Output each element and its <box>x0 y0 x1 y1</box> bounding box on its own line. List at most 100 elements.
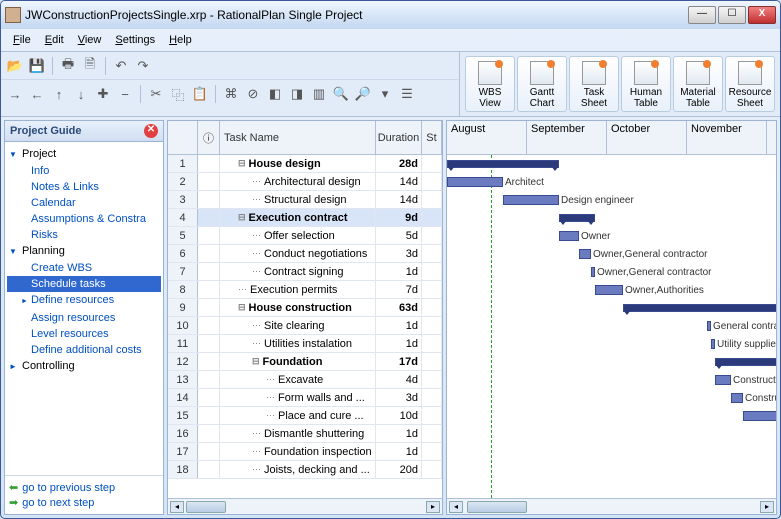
menu-file[interactable]: File <box>7 32 37 48</box>
task-name-cell[interactable]: ⋯Architectural design <box>220 173 376 190</box>
task-name-cell[interactable]: ⊟Foundation <box>220 353 376 370</box>
task-name-cell[interactable]: ⋯Form walls and ... <box>220 389 376 406</box>
task-name-cell[interactable]: ⋯Site clearing <box>220 317 376 334</box>
duration-cell[interactable]: 1d <box>376 425 422 442</box>
prev-step-link[interactable]: ⬅go to previous step <box>9 480 159 495</box>
arrow-right-icon[interactable]: → <box>5 84 25 104</box>
row-number[interactable]: 12 <box>168 353 198 370</box>
gantt-task-bar[interactable]: General contractor,dump <box>707 321 711 331</box>
duration-cell[interactable]: 1d <box>376 335 422 352</box>
st-cell[interactable] <box>422 425 442 442</box>
st-cell[interactable] <box>422 173 442 190</box>
col-st[interactable]: St <box>422 121 442 154</box>
task-sheet-button[interactable]: TaskSheet <box>569 56 619 112</box>
st-cell[interactable] <box>422 389 442 406</box>
st-cell[interactable] <box>422 191 442 208</box>
st-cell[interactable] <box>422 227 442 244</box>
row-number[interactable]: 2 <box>168 173 198 190</box>
tree-planning[interactable]: Planning <box>7 243 161 260</box>
table-row[interactable]: 17⋯Foundation inspection1d <box>168 443 442 461</box>
tree-calendar[interactable]: Calendar <box>7 195 161 211</box>
gantt-summary-bar[interactable] <box>447 160 559 168</box>
row-info[interactable] <box>198 245 220 262</box>
duration-cell[interactable]: 1d <box>376 443 422 460</box>
task-name-cell[interactable]: ⋯Offer selection <box>220 227 376 244</box>
next-step-link[interactable]: ➡go to next step <box>9 495 159 510</box>
close-button[interactable]: X <box>748 6 776 24</box>
table-row[interactable]: 15⋯Place and cure ...10d <box>168 407 442 425</box>
row-info[interactable] <box>198 299 220 316</box>
row-number[interactable]: 16 <box>168 425 198 442</box>
tree-assumptions[interactable]: Assumptions & Constra <box>7 211 161 227</box>
resource-sheet-button[interactable]: ResourceSheet <box>725 56 775 112</box>
cut-icon[interactable]: ✂ <box>146 84 166 104</box>
task-name-cell[interactable]: ⋯Place and cure ... <box>220 407 376 424</box>
task-name-cell[interactable]: ⋯Excavate <box>220 371 376 388</box>
gantt-summary-bar[interactable] <box>715 358 776 366</box>
tree-controlling[interactable]: Controlling <box>7 358 161 375</box>
col-duration[interactable]: Duration <box>376 121 422 154</box>
gantt-task-bar[interactable]: Owner,General contractor <box>579 249 591 259</box>
unlink-icon[interactable]: ⊘ <box>243 84 263 104</box>
row-number[interactable]: 5 <box>168 227 198 244</box>
table-row[interactable]: 18⋯Joists, decking and ...20d <box>168 461 442 479</box>
row-info[interactable] <box>198 461 220 478</box>
row-number[interactable]: 3 <box>168 191 198 208</box>
table-row[interactable]: 5 ⋯Offer selection5d <box>168 227 442 245</box>
row-info[interactable] <box>198 263 220 280</box>
zoom-out-icon[interactable]: 🔎 <box>353 84 373 104</box>
st-cell[interactable] <box>422 317 442 334</box>
table-row[interactable]: 8⋯Execution permits7d <box>168 281 442 299</box>
table-row[interactable]: 4⊟Execution contract9d <box>168 209 442 227</box>
row-info[interactable] <box>198 209 220 226</box>
row-number[interactable]: 4 <box>168 209 198 226</box>
redo-icon[interactable]: ↷ <box>133 56 153 76</box>
row-number[interactable]: 1 <box>168 155 198 172</box>
menu-edit[interactable]: Edit <box>39 32 70 48</box>
tool1-icon[interactable]: ◧ <box>265 84 285 104</box>
task-name-cell[interactable]: ⋯Contract signing <box>220 263 376 280</box>
st-cell[interactable] <box>422 263 442 280</box>
duration-cell[interactable]: 14d <box>376 173 422 190</box>
table-row[interactable]: 12⊟Foundation17d <box>168 353 442 371</box>
row-number[interactable]: 15 <box>168 407 198 424</box>
tree-assign-resources[interactable]: Assign resources <box>7 310 161 326</box>
row-info[interactable] <box>198 281 220 298</box>
gantt-task-bar[interactable]: Architect <box>447 177 503 187</box>
row-info[interactable] <box>198 425 220 442</box>
table-row[interactable]: 10⋯Site clearing1d <box>168 317 442 335</box>
col-taskname[interactable]: Task Name <box>220 121 376 154</box>
grid-hscrollbar[interactable]: ◂ ▸ <box>168 498 442 514</box>
table-row[interactable]: 13⋯Excavate4d <box>168 371 442 389</box>
details-icon[interactable]: ☰ <box>397 84 417 104</box>
task-name-cell[interactable]: ⋯Execution permits <box>220 281 376 298</box>
row-info[interactable] <box>198 407 220 424</box>
row-number[interactable]: 8 <box>168 281 198 298</box>
row-info[interactable] <box>198 443 220 460</box>
task-name-cell[interactable]: ⊟Execution contract <box>220 209 376 226</box>
st-cell[interactable] <box>422 353 442 370</box>
gantt-task-bar[interactable]: Owner,Authorities <box>595 285 623 295</box>
print-icon[interactable]: 🖶 <box>58 56 78 76</box>
row-number[interactable]: 14 <box>168 389 198 406</box>
row-number[interactable]: 6 <box>168 245 198 262</box>
task-name-cell[interactable]: ⋯Dismantle shuttering <box>220 425 376 442</box>
gantt-chart-button[interactable]: GanttChart <box>517 56 567 112</box>
table-row[interactable]: 2 ⋯Architectural design14d <box>168 173 442 191</box>
arrow-up-icon[interactable]: ↑ <box>49 84 69 104</box>
duration-cell[interactable]: 5d <box>376 227 422 244</box>
duration-cell[interactable]: 63d <box>376 299 422 316</box>
human-table-button[interactable]: HumanTable <box>621 56 671 112</box>
tree-info[interactable]: Info <box>7 163 161 179</box>
gantt-task-bar[interactable]: Construction <box>743 411 776 421</box>
titlebar[interactable]: JWConstructionProjectsSingle.xrp - Ratio… <box>1 1 780 29</box>
table-row[interactable]: 16 ⋯Dismantle shuttering1d <box>168 425 442 443</box>
wbs-view-button[interactable]: WBSView <box>465 56 515 112</box>
save-icon[interactable]: 💾 <box>27 56 47 76</box>
gantt-task-bar[interactable]: Constructions subcor <box>715 375 731 385</box>
tree-notes[interactable]: Notes & Links <box>7 179 161 195</box>
print-preview-icon[interactable]: 🗎 <box>80 56 100 76</box>
table-row[interactable]: 9⊟House construction63d <box>168 299 442 317</box>
tree-define-resources[interactable]: Define resources <box>7 292 161 310</box>
close-guide-button[interactable]: ✕ <box>144 124 158 138</box>
